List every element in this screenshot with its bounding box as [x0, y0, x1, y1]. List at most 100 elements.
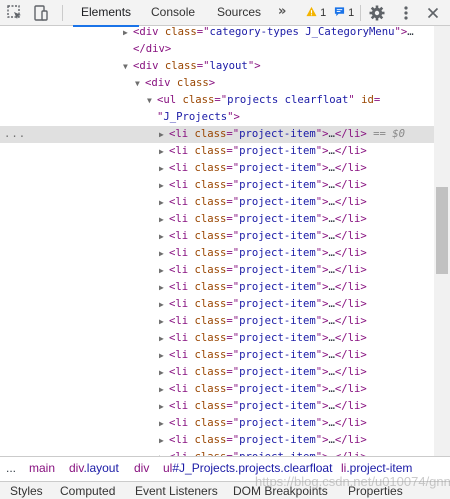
expand-arrow-icon[interactable]: ▶ — [123, 26, 133, 41]
dom-node[interactable]: ▶<li class="project-item">…</li> — [0, 296, 434, 313]
dom-node[interactable]: ▶<li class="project-item">…</li> — [0, 347, 434, 364]
expand-arrow-icon[interactable]: ▶ — [159, 211, 169, 228]
collapse-arrow-icon[interactable]: ▼ — [147, 92, 157, 109]
dom-node[interactable]: ▶<li class="project-item">…</li> — [0, 381, 434, 398]
dom-tree[interactable]: ▶ <div class="category-types J_CategoryMe… — [0, 26, 434, 456]
scrollbar-thumb[interactable] — [436, 187, 448, 274]
markup-tag: =" — [226, 145, 240, 157]
dom-node[interactable]: "J_Projects"> — [0, 109, 434, 126]
expand-arrow-icon[interactable]: ▶ — [159, 177, 169, 194]
markup-attr: class — [164, 60, 197, 72]
expand-arrow-icon[interactable]: ▶ — [159, 143, 169, 160]
expand-arrow-icon[interactable]: ▶ — [159, 347, 169, 364]
dom-node[interactable]: ▶<li class="project-item">…</li> — [0, 262, 434, 279]
expand-arrow-icon[interactable]: ▶ — [159, 228, 169, 245]
expand-arrow-icon[interactable]: ▶ — [159, 262, 169, 279]
dom-node[interactable]: ▶<li class="project-item">…</li> — [0, 177, 434, 194]
markup-tag: =" — [226, 128, 240, 140]
dom-node-selected[interactable]: ... ▶ <li class="project-item">…</li> == $… — [0, 126, 434, 143]
markup-tag: </li> — [334, 281, 367, 293]
expand-arrow-icon[interactable]: ▶ — [159, 398, 169, 415]
expand-arrow-icon[interactable]: ▶ — [159, 279, 169, 296]
dom-node[interactable]: ▶ <div class="category-types J_CategoryMe… — [0, 26, 434, 41]
more-tabs-button[interactable]: » — [278, 4, 286, 19]
toolbar-divider — [360, 5, 361, 21]
dom-node[interactable]: ▶<li class="project-item">…</li> — [0, 143, 434, 160]
expand-arrow-icon[interactable]: ▶ — [159, 296, 169, 313]
expand-arrow-icon[interactable]: ▶ — [159, 381, 169, 398]
watermark: https://blog.csdn.net/u010074/gnnu — [255, 474, 450, 489]
inspect-element-icon[interactable] — [6, 4, 24, 22]
markup-tag: "> — [315, 400, 329, 412]
close-icon[interactable] — [424, 4, 442, 22]
dom-node-content: ▶<li class="project-item">…</li> — [159, 364, 367, 381]
dom-node[interactable]: ▶<li class="project-item">…</li> — [0, 313, 434, 330]
node-actions-icon[interactable]: ... — [4, 126, 26, 143]
expand-arrow-icon[interactable]: ▶ — [159, 194, 169, 211]
dom-node[interactable]: ▶<li class="project-item">…</li> — [0, 245, 434, 262]
dom-node[interactable]: ▶<li class="project-item">…</li> — [0, 194, 434, 211]
markup-tag: </li> — [334, 417, 367, 429]
dom-node-content: ▶<li class="project-item">…</li> — [159, 228, 367, 245]
tab-computed[interactable]: Computed — [60, 482, 115, 499]
expand-arrow-icon[interactable]: ▶ — [159, 364, 169, 381]
dom-node-content: ▶<li class="project-item">…</li> — [159, 432, 367, 449]
breadcrumb-ellipsis[interactable]: ... — [6, 457, 16, 479]
markup-tag: <li — [169, 247, 195, 259]
markup-tag: =" — [226, 434, 240, 446]
expand-arrow-icon[interactable]: ▶ — [159, 160, 169, 177]
dom-node[interactable]: ▶<li class="project-item">…</li> — [0, 228, 434, 245]
dom-node[interactable]: ▶<li class="project-item">…</li> — [0, 330, 434, 347]
markup-val: layout — [209, 60, 248, 72]
collapse-arrow-icon[interactable]: ▼ — [123, 58, 133, 75]
expand-arrow-icon[interactable]: ▶ — [159, 313, 169, 330]
dom-node[interactable]: ▶<li class="project-item">…</li> — [0, 432, 434, 449]
tab-sources[interactable]: Sources — [217, 0, 261, 26]
expand-arrow-icon[interactable]: ▶ — [159, 415, 169, 432]
settings-gear-icon[interactable] — [368, 4, 386, 22]
dom-node[interactable]: </div> — [0, 41, 434, 58]
dom-node[interactable]: ▼ <ul class="projects clearfloat" id= — [0, 92, 434, 109]
markup-tag: </li> — [334, 179, 367, 191]
expand-arrow-icon[interactable]: ▶ — [159, 432, 169, 449]
markup-tag: "> — [315, 315, 329, 327]
dom-node[interactable]: ▼ <div class="layout"> — [0, 58, 434, 75]
expand-arrow-icon[interactable]: ▶ — [159, 330, 169, 347]
dom-node[interactable]: ▶<li class="project-item">…</li> — [0, 398, 434, 415]
markup-attr: class — [194, 162, 227, 174]
dom-node[interactable]: ▶<li class="project-item">…</li> — [0, 211, 434, 228]
markup-tag: =" — [226, 162, 240, 174]
breadcrumb-item-div[interactable]: div — [134, 457, 149, 479]
breadcrumb-item-main[interactable]: main — [29, 457, 55, 479]
expand-arrow-icon[interactable]: ▶ — [159, 245, 169, 262]
dom-node-content: ▶<li class="project-item">…</li> — [159, 262, 367, 279]
breadcrumb-item-div-layout[interactable]: div.layout — [69, 457, 119, 479]
markup-tag: "> — [315, 247, 329, 259]
dom-node[interactable]: ▶<li class="project-item">…</li> — [0, 364, 434, 381]
device-toolbar-icon[interactable] — [32, 4, 50, 22]
tab-event-listeners[interactable]: Event Listeners — [135, 482, 218, 499]
markup-val: category-types J_CategoryMenu — [209, 26, 395, 38]
collapse-arrow-icon[interactable]: ▼ — [135, 75, 145, 92]
markup-attr: class — [194, 315, 227, 327]
devtools-toolbar: Elements Console Sources » 1 1 — [0, 0, 450, 27]
markup-tag: "> — [394, 26, 408, 38]
dom-node[interactable]: ▶<li class="project-item">…</li> — [0, 160, 434, 177]
dom-node[interactable]: ▶<li class="project-item">…</li> — [0, 279, 434, 296]
expand-arrow-icon[interactable]: ▶ — [159, 449, 169, 456]
markup-tag: <li — [169, 417, 195, 429]
expand-arrow-icon[interactable]: ▶ — [159, 126, 169, 143]
messages-badge[interactable]: 1 — [334, 5, 354, 21]
dom-node-content: ▶<li class="project-item">…</li> — [159, 330, 367, 347]
dom-node-content: ▼ <ul class="projects clearfloat" id= — [147, 92, 380, 109]
markup-tag: <li — [169, 179, 195, 191]
tab-console[interactable]: Console — [151, 0, 195, 26]
dom-node[interactable]: ▶<li class="project-item">…</li> — [0, 415, 434, 432]
dom-node[interactable]: ▶<li class="project-item">…</li> — [0, 449, 434, 456]
markup-attr: class — [194, 332, 227, 344]
tab-elements[interactable]: Elements — [72, 0, 140, 27]
tab-styles[interactable]: Styles — [10, 482, 43, 499]
warnings-badge[interactable]: 1 — [306, 5, 326, 21]
dom-node[interactable]: ▼ <div class> — [0, 75, 434, 92]
more-options-icon[interactable] — [397, 4, 415, 22]
